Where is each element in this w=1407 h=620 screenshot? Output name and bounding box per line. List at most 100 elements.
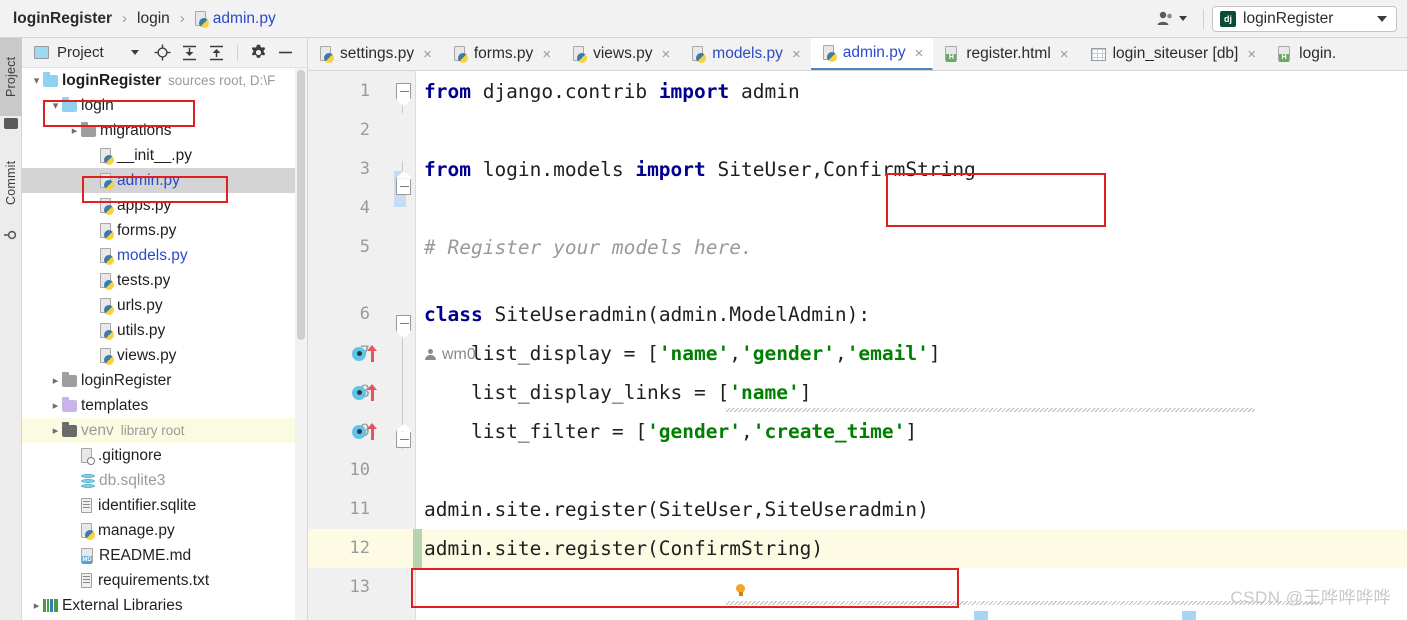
python-file-icon <box>453 46 468 63</box>
code-line-8[interactable]: 8 list_display_links = ['name'] <box>308 373 1407 412</box>
tree-item-label: __init__.py <box>117 146 192 164</box>
chevron-down-icon[interactable]: ▾ <box>30 74 43 87</box>
breadcrumb-item-login[interactable]: login <box>133 9 174 29</box>
editor-tab-login-siteuser-db-[interactable]: login_siteuser [db] × <box>1079 38 1267 70</box>
code-line-4[interactable]: 4 <box>308 189 1407 228</box>
tree-item-migrations[interactable]: ▸ migrations <box>22 118 307 143</box>
code-line-2[interactable]: 2 <box>308 111 1407 150</box>
inlay-hint-label: wm0 <box>442 346 476 363</box>
tree-item-loginregister[interactable]: ▾ loginRegister sources root, D:\F <box>22 68 307 93</box>
tool-window-commit[interactable]: Commit <box>0 143 22 223</box>
chevron-right-icon[interactable]: ▸ <box>68 124 81 137</box>
tree-item-login[interactable]: ▾ login <box>22 93 307 118</box>
tree-item-templates[interactable]: ▸ templates <box>22 393 307 418</box>
code-line-3[interactable]: 3 from login.models import SiteUser,Confi… <box>308 150 1407 189</box>
tree-item-readme-md[interactable]: MD README.md <box>22 543 307 568</box>
editor-tab-views-py[interactable]: views.py × <box>561 38 680 70</box>
code-line-11[interactable]: 11 admin.site.register(SiteUser,SiteUsera… <box>308 490 1407 529</box>
line-number: 3 <box>359 159 370 179</box>
code-token: login.models <box>482 158 636 181</box>
overridden-member-gutter-icon[interactable] <box>352 412 386 451</box>
minimize-icon[interactable] <box>276 43 295 62</box>
code-editor[interactable]: 1 from django.contrib import admin 2 3 from … <box>308 71 1407 620</box>
python-file-icon <box>100 347 114 365</box>
breadcrumb-item-project[interactable]: loginRegister <box>9 9 116 29</box>
close-icon[interactable]: × <box>1060 46 1069 63</box>
html-file-icon: H <box>1278 46 1292 62</box>
tree-item-forms-py[interactable]: forms.py <box>22 218 307 243</box>
code-line-9[interactable]: 9 list_filter = ['gender','create_time'] <box>308 412 1407 451</box>
chevron-down-icon[interactable]: ▾ <box>49 99 62 112</box>
chevron-right-icon[interactable]: ▸ <box>49 374 62 387</box>
tree-item-label: loginRegister <box>62 71 162 89</box>
tree-item-utils-py[interactable]: utils.py <box>22 318 307 343</box>
intention-bulb-icon[interactable] <box>736 584 745 597</box>
editor-tab-bar[interactable]: settings.py × forms.py × views.py × models.py ×… <box>308 38 1407 71</box>
tree-item-db-sqlite3[interactable]: db.sqlite3 <box>22 468 307 493</box>
project-view-chevron-down-icon[interactable] <box>126 43 145 62</box>
gear-icon[interactable] <box>249 43 268 62</box>
editor-tab-label: login. <box>1299 45 1337 62</box>
matching-bracket-highlight-close <box>1182 611 1196 620</box>
tree-item-models-py[interactable]: models.py <box>22 243 307 268</box>
project-file-tree[interactable]: ▾ loginRegister sources root, D:\F ▾ login ▸ m… <box>22 68 307 620</box>
editor-tab-forms-py[interactable]: forms.py × <box>442 38 561 70</box>
scrollbar-thumb[interactable] <box>297 70 305 340</box>
close-icon[interactable]: × <box>915 45 924 62</box>
folder-icon <box>81 121 96 137</box>
line-number: 6 <box>359 304 370 324</box>
close-icon[interactable]: × <box>792 46 801 63</box>
fold-toggle-line1[interactable] <box>394 71 412 110</box>
tree-item-apps-py[interactable]: apps.py <box>22 193 307 218</box>
editor-tab-models-py[interactable]: models.py × <box>680 38 810 70</box>
project-view-icon <box>34 46 49 59</box>
tree-item-identifier-sqlite[interactable]: identifier.sqlite <box>22 493 307 518</box>
tree-item--gitignore[interactable]: .gitignore <box>22 443 307 468</box>
code-line-10[interactable]: 10 <box>308 451 1407 490</box>
tree-item-urls-py[interactable]: urls.py <box>22 293 307 318</box>
tree-item-views-py[interactable]: views.py <box>22 343 307 368</box>
code-line-12[interactable]: 12 admin.site.register(ConfirmString) <box>308 529 1407 568</box>
database-file-icon <box>81 473 95 488</box>
code-line-1[interactable]: 1 from django.contrib import admin <box>308 72 1407 111</box>
editor-tab-settings-py[interactable]: settings.py × <box>308 38 442 70</box>
locate-target-icon[interactable] <box>153 43 172 62</box>
tree-item-admin-py[interactable]: admin.py <box>22 168 307 193</box>
fold-toggle-line9[interactable] <box>394 420 412 459</box>
python-file-icon <box>320 46 334 63</box>
collapse-all-icon[interactable] <box>207 43 226 62</box>
user-accounts-button[interactable] <box>1149 7 1195 30</box>
fold-toggle-line6[interactable] <box>394 303 412 342</box>
tree-item-loginregister[interactable]: ▸ loginRegister <box>22 368 307 393</box>
chevron-right-icon[interactable]: ▸ <box>49 399 62 412</box>
editor-tab-label: admin.py <box>842 44 906 61</box>
chevron-right-icon[interactable]: ▸ <box>49 424 62 437</box>
tree-item-venv[interactable]: ▸ venv library root <box>22 418 307 443</box>
editor-tab-login-[interactable]: Hlogin. <box>1266 38 1346 70</box>
tree-item-manage-py[interactable]: manage.py <box>22 518 307 543</box>
overridden-member-gutter-icon[interactable] <box>352 334 386 373</box>
close-icon[interactable]: × <box>542 46 551 63</box>
chevron-right-icon[interactable]: ▸ <box>30 599 43 612</box>
project-panel-scrollbar[interactable] <box>295 68 307 620</box>
overridden-member-gutter-icon[interactable] <box>352 373 386 412</box>
line-number: 10 <box>349 460 370 480</box>
run-configuration-selector[interactable]: dj loginRegister <box>1212 5 1397 32</box>
left-tool-window-strip: Project Commit <box>0 38 22 620</box>
close-icon[interactable]: × <box>662 46 671 63</box>
close-icon[interactable]: × <box>423 46 432 63</box>
fold-toggle-line3[interactable] <box>394 167 412 206</box>
tree-item-external-libraries[interactable]: ▸ External Libraries <box>22 593 307 618</box>
code-line-5[interactable]: 5 # Register your models here. <box>308 228 1407 267</box>
tool-window-project[interactable]: Project <box>0 38 22 116</box>
tree-item-requirements-txt[interactable]: requirements.txt <box>22 568 307 593</box>
editor-tab-register-html[interactable]: Hregister.html × <box>933 38 1078 70</box>
close-icon[interactable]: × <box>1247 46 1256 63</box>
breadcrumb-item-file[interactable]: admin.py <box>191 9 280 29</box>
editor-tab-admin-py[interactable]: admin.py × <box>810 38 934 70</box>
tree-item--init-py[interactable]: __init__.py <box>22 143 307 168</box>
tree-item-tests-py[interactable]: tests.py <box>22 268 307 293</box>
python-file-icon <box>100 222 114 240</box>
code-line-6[interactable]: 6 class SiteUseradmin(admin.ModelAdmin): <box>308 295 1407 334</box>
expand-all-icon[interactable] <box>180 43 199 62</box>
